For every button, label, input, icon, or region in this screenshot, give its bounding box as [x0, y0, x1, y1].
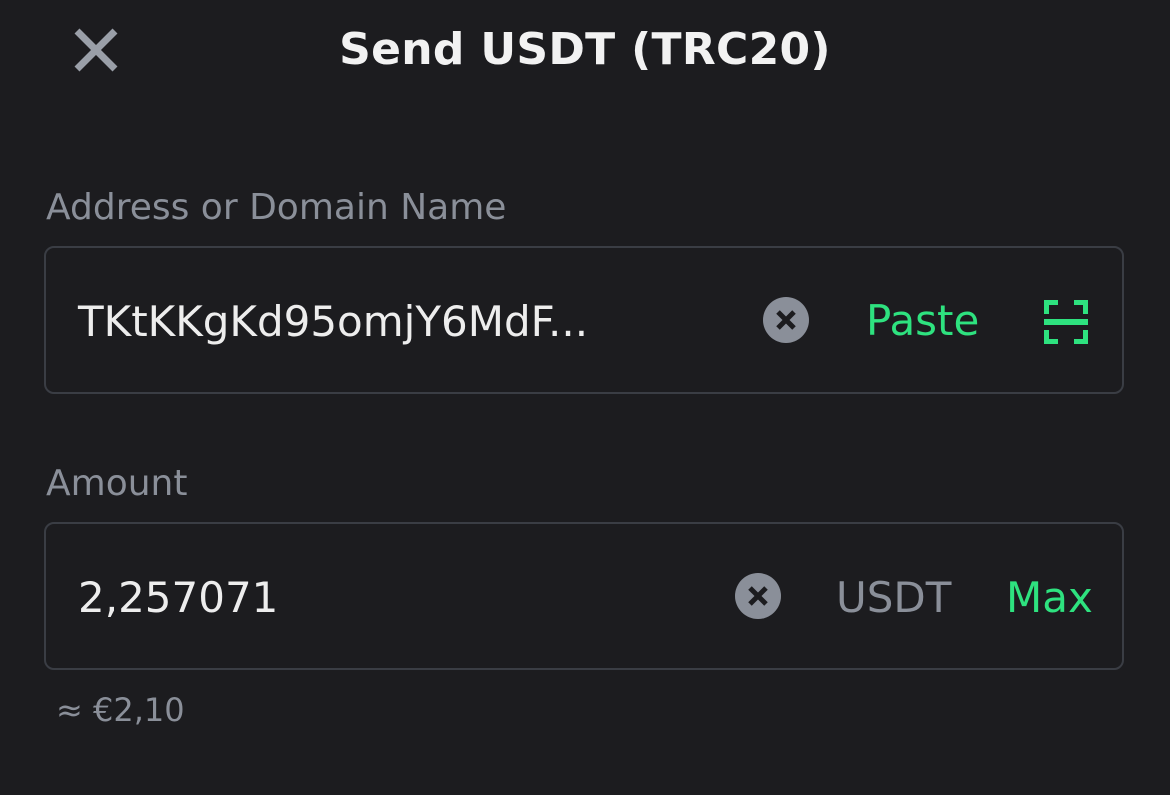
header: Send USDT (TRC20) [0, 0, 1170, 104]
qr-scan-icon[interactable] [1044, 300, 1088, 344]
send-screen: Send USDT (TRC20) Address or Domain Name… [0, 0, 1170, 795]
fiat-approx-value: ≈ €2,10 [56, 691, 185, 729]
clear-amount-icon[interactable] [735, 573, 781, 619]
amount-input-box[interactable]: 2,257071 USDT Max [44, 522, 1124, 670]
amount-input[interactable]: 2,257071 [78, 574, 278, 622]
page-title: Send USDT (TRC20) [339, 24, 831, 75]
clear-address-icon[interactable] [763, 297, 809, 343]
address-input[interactable]: TKtKKgKd95omjY6MdF... [78, 298, 588, 346]
address-input-box[interactable]: TKtKKgKd95omjY6MdF... Paste [44, 246, 1124, 394]
address-label: Address or Domain Name [46, 187, 507, 228]
amount-unit: USDT [836, 573, 952, 622]
paste-button[interactable]: Paste [866, 296, 979, 346]
amount-label: Amount [46, 463, 188, 504]
max-button[interactable]: Max [1006, 574, 1093, 622]
